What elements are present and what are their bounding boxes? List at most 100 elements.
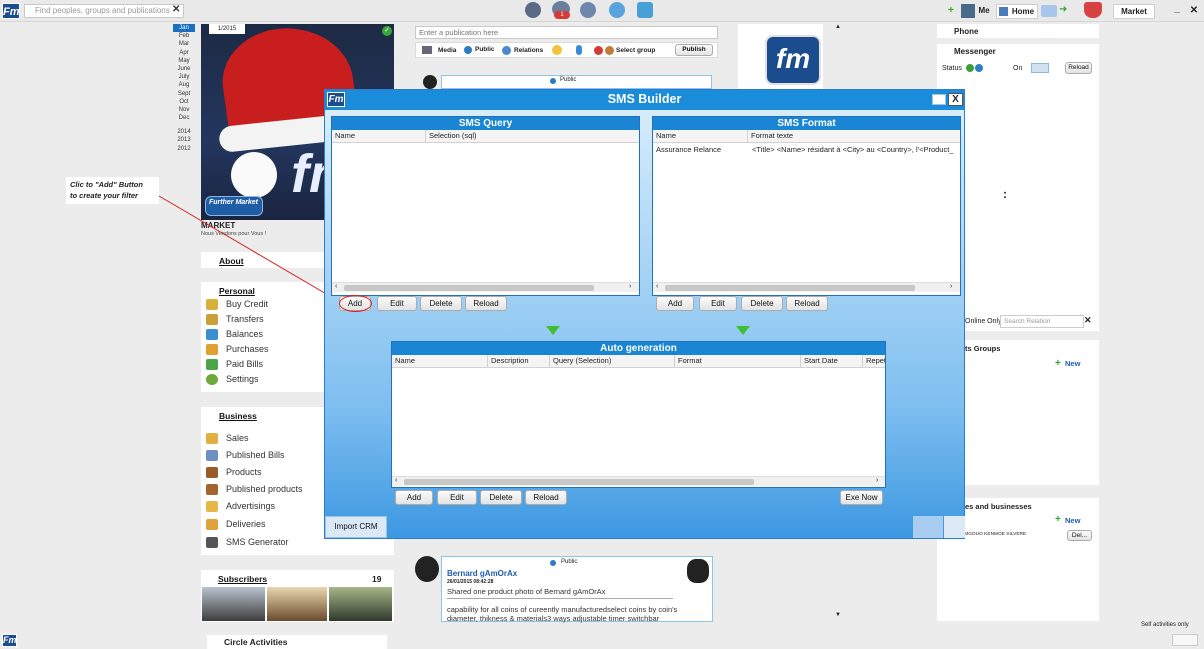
- block-icon: [594, 46, 603, 55]
- camera-icon[interactable]: [422, 46, 432, 54]
- auto-generation-edit-button[interactable]: Edit: [437, 490, 477, 505]
- product-thumbnail[interactable]: [687, 559, 709, 583]
- scroll-down-arrow[interactable]: ▼: [834, 612, 842, 618]
- sms-format-box: SMS Format Name Format texte Assurance R…: [652, 116, 961, 296]
- scroll-up-arrow[interactable]: ▲: [834, 24, 842, 30]
- sms-query-delete-button[interactable]: Delete: [420, 296, 462, 311]
- dialog-title-bar[interactable]: Fm SMS Builder X: [325, 90, 964, 110]
- post-author-avatar[interactable]: [423, 75, 437, 89]
- phone-panel: Phone: [937, 24, 1099, 38]
- column-header[interactable]: Selection (sql): [425, 130, 477, 143]
- add-highlight-ellipse: [339, 295, 372, 312]
- sms-query-reload-button[interactable]: Reload: [465, 296, 507, 311]
- scroll-right-arrow[interactable]: ›: [629, 283, 631, 290]
- auto-generation-hscroll[interactable]: ‹ ›: [392, 476, 885, 486]
- auto-generation-reload-button[interactable]: Reload: [525, 490, 567, 505]
- publish-button[interactable]: Publish: [675, 44, 713, 56]
- sms-builder-dialog: Fm SMS Builder X SMS Query Name Selectio…: [324, 89, 965, 539]
- group-icon: [605, 46, 614, 55]
- delete-business-button[interactable]: Del...: [1067, 530, 1092, 541]
- import-crm-button[interactable]: Import CRM: [325, 516, 387, 538]
- column-header[interactable]: Format: [674, 355, 702, 367]
- restore-button[interactable]: [932, 94, 946, 105]
- down-arrow-icon: [546, 326, 560, 335]
- scroll-thumb[interactable]: [344, 285, 594, 291]
- sms-format-title: SMS Format: [653, 117, 960, 130]
- new-group-button[interactable]: New: [1065, 359, 1080, 368]
- column-header[interactable]: Name: [653, 130, 676, 143]
- scroll-left-arrow[interactable]: ‹: [656, 283, 658, 290]
- post-date: 26/01/2015 08:42:28: [447, 579, 494, 585]
- column-header[interactable]: Name: [332, 130, 355, 143]
- fm-logo-ad[interactable]: fm: [738, 24, 823, 90]
- emoji-icon[interactable]: [552, 45, 562, 55]
- exe-now-button[interactable]: Exe Now: [840, 490, 883, 505]
- plus-icon: +: [1055, 358, 1061, 369]
- public-button[interactable]: Public: [475, 46, 495, 53]
- auto-generation-add-button[interactable]: Add: [395, 490, 433, 505]
- sms-query-list[interactable]: [332, 144, 639, 282]
- sms-format-delete-button[interactable]: Delete: [741, 296, 783, 311]
- scroll-thumb[interactable]: [404, 479, 754, 485]
- loading-indicator: :: [1003, 187, 1007, 201]
- post-author-avatar[interactable]: [415, 556, 439, 582]
- sms-query-box: SMS Query Name Selection (sql) ‹ ›: [331, 116, 640, 296]
- scroll-right-arrow[interactable]: ›: [950, 283, 952, 290]
- feed-post: Public Bernard gAmOrAx 26/01/2015 08:42:…: [441, 556, 713, 623]
- sms-query-title: SMS Query: [332, 117, 639, 130]
- online-only-label[interactable]: Online Only: [965, 318, 1002, 325]
- column-header[interactable]: Start Date: [800, 355, 838, 367]
- sms-format-reload-button[interactable]: Reload: [786, 296, 828, 311]
- dialog-title: SMS Builder: [607, 92, 682, 106]
- messenger-reload-button[interactable]: Reload: [1065, 62, 1092, 74]
- relations-button[interactable]: Relations: [514, 47, 543, 54]
- media-button[interactable]: Media: [438, 47, 456, 54]
- dialog-close-button[interactable]: X: [948, 93, 963, 106]
- column-header[interactable]: Description: [487, 355, 529, 367]
- sms-format-hscroll[interactable]: ‹ ›: [653, 282, 960, 292]
- scroll-right-arrow[interactable]: ›: [876, 477, 878, 484]
- self-activities-label[interactable]: Self activities only: [1141, 622, 1189, 628]
- phone-title[interactable]: Phone: [954, 27, 978, 36]
- post-visibility: Public: [561, 559, 578, 565]
- table-cell: <Title> <Name> résidant à <City> au <Cou…: [752, 145, 954, 154]
- search-relation-input[interactable]: Search Relation: [1000, 315, 1084, 328]
- column-header[interactable]: Name: [392, 355, 415, 367]
- sms-format-add-button[interactable]: Add: [656, 296, 694, 311]
- auto-generation-title: Auto generation: [392, 342, 885, 355]
- publication-toolbar: Media Public Relations Select group Publ…: [415, 42, 718, 58]
- sms-query-hscroll[interactable]: ‹ ›: [332, 282, 639, 292]
- sms-query-edit-button[interactable]: Edit: [377, 296, 417, 311]
- groups-title: ts Groups: [965, 344, 1001, 353]
- post-author-name[interactable]: Bernard gAmOrAx: [447, 569, 517, 578]
- dialog-footer-block: [913, 516, 943, 538]
- auto-generation-header: Name Description Query (Selection) Forma…: [392, 355, 885, 368]
- column-header[interactable]: Query (Selection): [549, 355, 611, 367]
- messenger-title: Messenger: [954, 47, 996, 56]
- publication-input[interactable]: Enter a publication here: [415, 26, 718, 39]
- status-label: Status: [942, 65, 962, 72]
- microphone-icon[interactable]: [576, 45, 582, 55]
- status-check-icon: [975, 64, 983, 72]
- scroll-left-arrow[interactable]: ‹: [395, 477, 397, 484]
- post-body: capability for all coins of cureently ma…: [447, 605, 678, 623]
- column-header[interactable]: Repet: [862, 355, 885, 367]
- scroll-left-arrow[interactable]: ‹: [335, 283, 337, 290]
- businesses-title: es and businesses: [965, 502, 1032, 511]
- table-row[interactable]: Assurance Relance <Title> <Name> résidan…: [653, 144, 960, 156]
- business-person-name[interactable]: DOMGOUO KENMOE SILVERE: [957, 532, 1026, 537]
- status-toggle[interactable]: [1031, 63, 1049, 73]
- search-relation-clear[interactable]: ✕: [1084, 315, 1092, 326]
- globe-icon: [550, 78, 556, 84]
- scroll-thumb[interactable]: [665, 285, 915, 291]
- auto-generation-box: Auto generation Name Description Query (…: [391, 341, 886, 488]
- post-visibility: Public: [560, 77, 577, 83]
- select-group-button[interactable]: Select group: [616, 47, 655, 54]
- auto-generation-list[interactable]: [392, 369, 885, 475]
- view-toggle[interactable]: [1172, 634, 1198, 646]
- column-header[interactable]: Format texte: [747, 130, 793, 143]
- feed-post: Public: [441, 75, 712, 89]
- new-business-button[interactable]: New: [1065, 516, 1080, 525]
- sms-format-edit-button[interactable]: Edit: [699, 296, 737, 311]
- auto-generation-delete-button[interactable]: Delete: [480, 490, 522, 505]
